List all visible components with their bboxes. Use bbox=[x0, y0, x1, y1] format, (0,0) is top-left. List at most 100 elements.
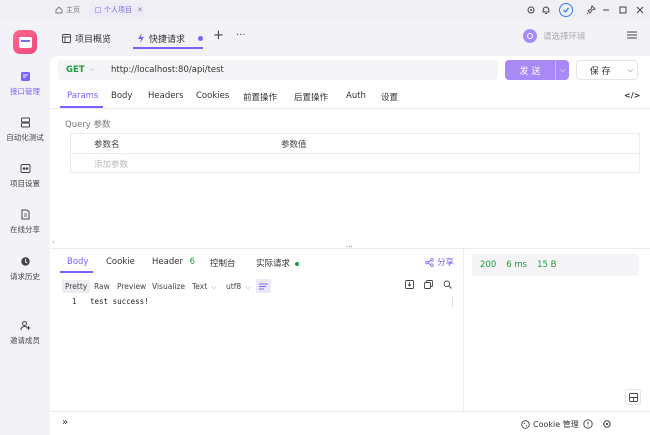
send-label: 发 送 bbox=[519, 66, 541, 77]
send-button[interactable]: 发 送 ⌵ bbox=[505, 60, 569, 80]
tab-headers[interactable]: Headers bbox=[148, 91, 183, 101]
footer-divider bbox=[50, 411, 650, 412]
sidebar-item-automation[interactable]: 自动化测试 bbox=[0, 116, 50, 152]
resp-tab-console[interactable]: 控制台 bbox=[210, 257, 236, 269]
project-tab[interactable]: 个人项目 ✕ bbox=[90, 3, 144, 17]
sidebar-item-share[interactable]: 在线分享 bbox=[0, 208, 50, 244]
wrap-lines-icon[interactable] bbox=[256, 279, 271, 293]
resp-tab-actual-label: 实际请求 bbox=[256, 259, 291, 269]
response-size: 15 B bbox=[537, 260, 557, 270]
history-icon bbox=[19, 255, 31, 267]
tab-quick-request-label: 快捷请求 bbox=[149, 34, 186, 45]
sidebar-item-api[interactable]: 接口管理 bbox=[0, 70, 50, 106]
table-row[interactable]: 添加参数 bbox=[71, 154, 639, 174]
close-tab-icon[interactable]: ✕ bbox=[137, 6, 143, 14]
bell-icon[interactable] bbox=[540, 4, 552, 16]
tab-quick-request[interactable]: 快捷请求 bbox=[137, 30, 204, 46]
header-count-badge: 6 bbox=[189, 257, 196, 267]
check-status-icon[interactable] bbox=[559, 3, 573, 17]
param-name-header: 参数名 bbox=[94, 139, 120, 150]
send-chevron-icon[interactable]: ⌵ bbox=[555, 60, 569, 80]
lightning-icon bbox=[137, 33, 145, 43]
actual-request-dot bbox=[294, 261, 299, 266]
tab-overview-label: 项目概览 bbox=[75, 34, 112, 45]
save-label: 保 存 bbox=[589, 66, 611, 77]
code-line: 1 test success! bbox=[65, 297, 453, 307]
drag-handle-icon[interactable]: ··· bbox=[346, 243, 353, 251]
sidebar-item-settings[interactable]: 项目设置 bbox=[0, 162, 50, 198]
home-tab[interactable]: 主页 bbox=[55, 4, 80, 16]
code-toggle-icon[interactable]: </> bbox=[624, 91, 640, 100]
resp-tab-header[interactable]: Header 6 bbox=[152, 257, 195, 267]
cookie-manager-button[interactable]: Cookie 管理 bbox=[521, 419, 579, 430]
sidebar-item-label: 在线分享 bbox=[10, 225, 40, 234]
sidebar-item-invite[interactable]: 邀请成员 bbox=[0, 319, 50, 355]
tab-settings[interactable]: 设置 bbox=[381, 91, 398, 103]
help-icon[interactable] bbox=[583, 419, 593, 429]
settings-gear-icon[interactable] bbox=[602, 419, 612, 429]
table-header-row: 参数名 参数值 bbox=[71, 134, 639, 154]
project-tab-label: 个人项目 bbox=[104, 6, 132, 14]
environment-placeholder: 请选择环境 bbox=[543, 32, 586, 42]
download-icon[interactable] bbox=[405, 280, 414, 289]
cookie-manager-label: Cookie 管理 bbox=[533, 420, 579, 429]
resp-tab-header-label: Header bbox=[152, 257, 183, 267]
gear-icon[interactable] bbox=[525, 4, 537, 16]
sidebar-item-label: 邀请成员 bbox=[10, 336, 40, 345]
add-tab-button[interactable]: + bbox=[213, 28, 224, 43]
close-window-icon[interactable] bbox=[634, 4, 646, 16]
project-icon bbox=[95, 7, 101, 13]
method-chevron-icon[interactable]: ⌵ bbox=[89, 65, 94, 74]
encoding-label: utf8 bbox=[226, 282, 242, 291]
maximize-icon[interactable] bbox=[617, 4, 629, 16]
sidebar-item-history[interactable]: 请求历史 bbox=[0, 255, 50, 291]
url-input[interactable]: http://localhost:80/api/test bbox=[111, 65, 224, 75]
tab-auth[interactable]: Auth bbox=[346, 91, 366, 101]
cookie-icon bbox=[521, 420, 530, 429]
format-preview[interactable]: Preview bbox=[114, 280, 149, 293]
resp-tab-cookie[interactable]: Cookie bbox=[106, 257, 135, 267]
tab-overview[interactable]: 项目概览 bbox=[62, 30, 111, 46]
layout-toggle-icon[interactable] bbox=[625, 389, 641, 405]
more-tabs-button[interactable]: ··· bbox=[236, 30, 246, 41]
add-param-input[interactable]: 添加参数 bbox=[94, 158, 128, 170]
active-tab-indicator bbox=[133, 47, 203, 49]
resp-tab-body[interactable]: Body bbox=[67, 257, 88, 267]
vertical-divider bbox=[463, 249, 464, 411]
sidebar-item-label: 请求历史 bbox=[10, 272, 40, 281]
encoding-select[interactable]: utf8 ⌵ bbox=[223, 280, 254, 293]
search-icon[interactable] bbox=[443, 280, 452, 289]
tab-post-actions[interactable]: 后置操作 bbox=[294, 91, 328, 103]
pin-icon[interactable] bbox=[585, 4, 597, 16]
overview-icon bbox=[62, 33, 71, 43]
environment-select[interactable]: 请选择环境 bbox=[523, 26, 618, 46]
sidebar-item-label: 接口管理 bbox=[10, 87, 40, 96]
format-visualize[interactable]: Visualize bbox=[149, 280, 188, 293]
tab-cookies[interactable]: Cookies bbox=[196, 91, 229, 101]
collapse-left-icon[interactable]: › bbox=[52, 238, 55, 246]
resp-tab-actual-request[interactable]: 实际请求 bbox=[256, 257, 299, 269]
code-scrollbar[interactable] bbox=[452, 297, 453, 307]
expand-sidebar-button[interactable]: » bbox=[62, 417, 68, 428]
share-label: 分享 bbox=[437, 258, 455, 268]
save-button[interactable]: 保 存 ⌵ bbox=[576, 60, 638, 80]
text-mode-label: Text bbox=[192, 282, 208, 291]
tab-body[interactable]: Body bbox=[111, 91, 132, 101]
share-doc-icon bbox=[19, 208, 31, 220]
divider bbox=[50, 108, 650, 109]
sidebar-item-label: 项目设置 bbox=[10, 179, 40, 188]
encoding-chevron-icon: ⌵ bbox=[245, 281, 251, 291]
text-mode-select[interactable]: Text ⌵ bbox=[189, 280, 220, 293]
save-chevron-icon[interactable]: ⌵ bbox=[623, 66, 637, 75]
copy-icon[interactable] bbox=[424, 280, 433, 289]
automation-icon bbox=[19, 116, 31, 128]
method-select[interactable]: GET bbox=[66, 65, 85, 75]
menu-icon[interactable] bbox=[623, 26, 641, 44]
tab-pre-actions[interactable]: 前置操作 bbox=[243, 91, 277, 103]
format-pretty[interactable]: Pretty bbox=[62, 280, 91, 293]
tab-params[interactable]: Params bbox=[67, 91, 98, 101]
format-raw[interactable]: Raw bbox=[91, 280, 113, 293]
sidebar-item-label: 自动化测试 bbox=[6, 133, 44, 142]
share-button[interactable]: 分享 bbox=[425, 256, 454, 268]
minimize-icon[interactable] bbox=[600, 4, 612, 16]
